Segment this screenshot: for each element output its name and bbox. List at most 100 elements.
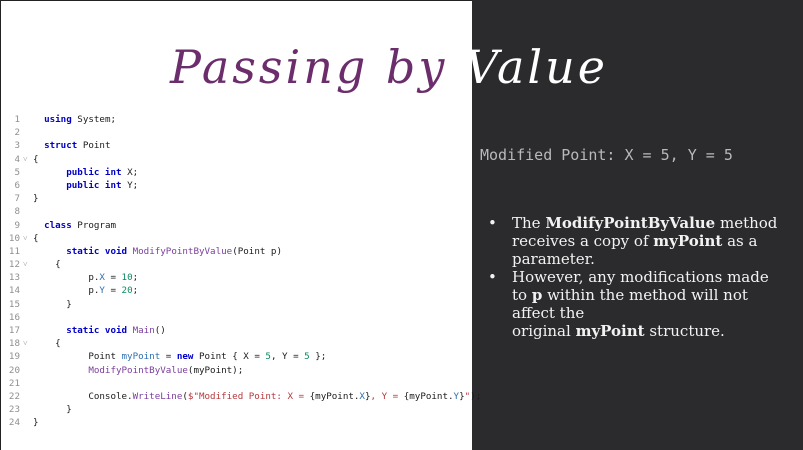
bullet-text: original xyxy=(512,322,576,340)
fold-chevron-icon[interactable]: ˅ xyxy=(23,337,33,350)
fold-chevron-icon[interactable]: ˅ xyxy=(23,232,33,245)
code-token: = xyxy=(104,272,122,284)
code-line: 1 using System; xyxy=(0,113,472,126)
code-token: X; xyxy=(121,166,139,178)
line-number: 8 xyxy=(14,206,20,218)
code-token: Program xyxy=(71,219,117,231)
code-token: ModifyPointByValue xyxy=(88,364,188,376)
line-number: 11 xyxy=(8,245,20,257)
code-line: 8 xyxy=(0,205,472,218)
bullet-emphasis: myPoint xyxy=(575,322,645,340)
code-line: 6 public int Y; xyxy=(0,179,472,192)
code-token: ; xyxy=(132,285,139,297)
code-token: myPoint xyxy=(121,351,161,363)
code-token: Point xyxy=(77,140,111,152)
code-line: 9 class Program xyxy=(0,219,472,232)
code-token: {myPoint. xyxy=(403,390,454,402)
code-token: (myPoint); xyxy=(187,364,244,376)
line-number: 9 xyxy=(14,219,20,231)
code-token: Console. xyxy=(33,390,133,402)
code-token: }; xyxy=(309,351,327,363)
line-number: 2 xyxy=(14,127,20,139)
code-line: 21 xyxy=(0,377,472,390)
fold-chevron-icon[interactable]: ˅ xyxy=(23,258,33,271)
line-number: 18 xyxy=(8,338,20,350)
bullet-text: within the method will not affect the xyxy=(512,286,748,322)
line-number: 23 xyxy=(8,404,20,416)
line-number: 6 xyxy=(14,179,20,191)
line-number: 4 xyxy=(14,153,20,165)
code-token: , Y = xyxy=(270,351,305,363)
line-number: 15 xyxy=(8,298,20,310)
line-number: 16 xyxy=(8,311,20,323)
line-number: 3 xyxy=(14,140,20,152)
code-token: public int xyxy=(66,179,122,191)
code-line: 22 Console.WriteLine($"Modified Point: X… xyxy=(0,390,481,403)
code-token: (Point p) xyxy=(232,245,282,257)
code-token: p. xyxy=(33,272,100,284)
code-token: new xyxy=(176,351,194,363)
code-token: static void xyxy=(66,325,128,336)
code-token: () xyxy=(154,325,166,336)
line-number: 1 xyxy=(14,114,20,125)
code-token: 20 xyxy=(121,285,133,297)
code-token: ); xyxy=(470,390,482,402)
code-token: = xyxy=(160,351,177,363)
code-line: 13 p.X = 10; xyxy=(0,271,472,284)
code-line: 18 ˅ { xyxy=(0,337,472,350)
code-token: { xyxy=(33,259,61,271)
bullet-emphasis: ModifyPointByValue xyxy=(545,214,716,232)
code-line: 14 p.Y = 20; xyxy=(0,284,472,297)
code-token: public int xyxy=(66,166,122,178)
code-token: using xyxy=(44,114,72,125)
code-line: 3 struct Point xyxy=(0,139,472,152)
line-number: 10 xyxy=(8,232,20,244)
code-token: } xyxy=(33,193,39,205)
bullet-emphasis: myPoint xyxy=(653,232,723,250)
code-token: ; xyxy=(132,272,139,284)
code-token: struct xyxy=(44,140,78,152)
code-line: 23 } xyxy=(0,403,472,416)
console-output: Modified Point: X = 5, Y = 5 xyxy=(480,146,733,164)
line-number: 19 xyxy=(8,351,20,363)
code-token: {myPoint. xyxy=(309,390,360,402)
bullet-item: However, any modifications made to p wit… xyxy=(486,268,786,340)
line-number: 5 xyxy=(14,166,20,178)
code-line: 19 Point myPoint = new Point { X = 5, Y … xyxy=(0,350,472,363)
title-left: Passing by xyxy=(170,40,448,94)
line-number: 13 xyxy=(8,272,20,284)
code-line: 20 ModifyPointByValue(myPoint); xyxy=(0,364,472,377)
bullet-emphasis: p xyxy=(531,286,543,304)
bullet-list: The ModifyPointByValue method receives a… xyxy=(486,214,786,340)
code-line: 7} xyxy=(0,192,472,205)
line-number: 17 xyxy=(8,325,20,336)
code-token: Main xyxy=(132,325,155,336)
bullet-text: structure. xyxy=(644,322,725,340)
line-number: 14 xyxy=(8,285,20,297)
code-token: } xyxy=(33,404,72,416)
code-token: } xyxy=(33,298,72,310)
line-number: 21 xyxy=(8,377,20,389)
code-token: p. xyxy=(33,285,100,297)
slide-title: Passing by Value xyxy=(170,22,630,112)
code-token: Point xyxy=(33,351,122,363)
code-token: static void xyxy=(66,245,128,257)
bullet-text: The xyxy=(512,214,546,232)
code-token: System; xyxy=(71,114,117,125)
code-token: Y; xyxy=(121,179,139,191)
code-line: 2 xyxy=(0,126,472,139)
bullet-item: The ModifyPointByValue method receives a… xyxy=(486,214,786,268)
code-token: class xyxy=(44,219,72,231)
code-line: 15 } xyxy=(0,298,472,311)
code-line: 5 public int X; xyxy=(0,166,472,179)
fold-chevron-icon[interactable]: ˅ xyxy=(23,153,33,166)
code-line: 12 ˅ { xyxy=(0,258,472,271)
